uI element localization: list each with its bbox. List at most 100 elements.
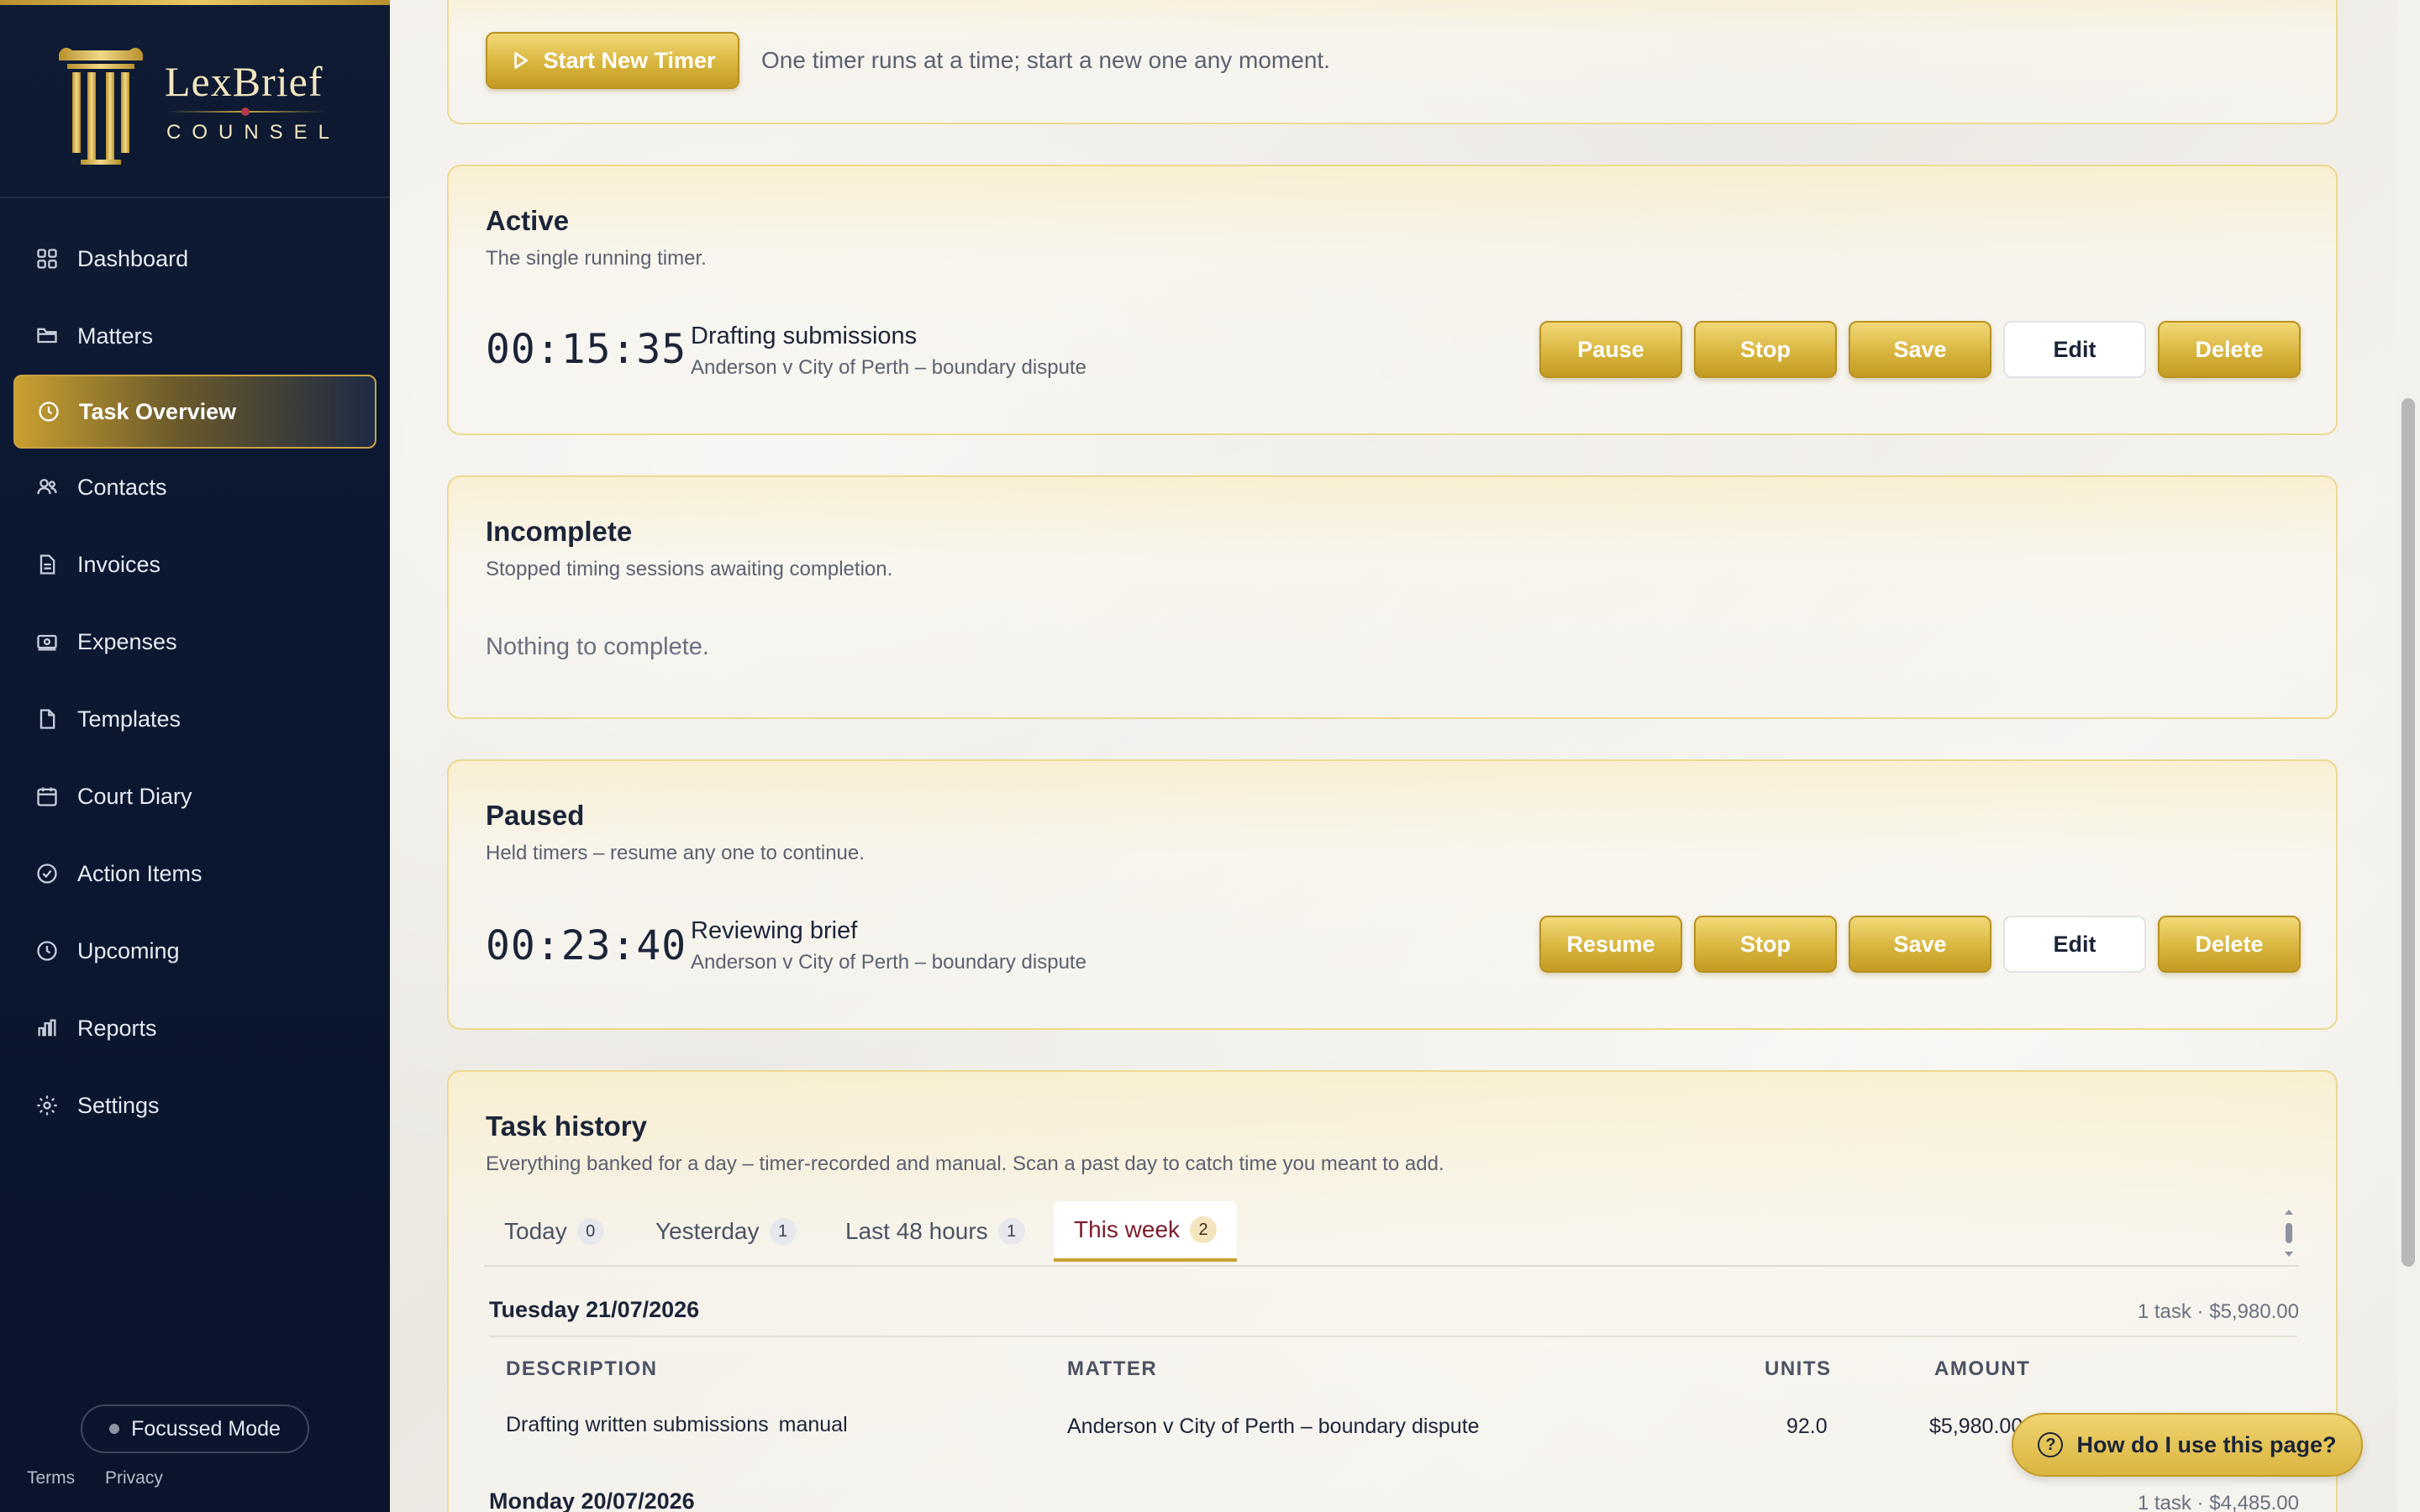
grid-icon	[34, 245, 60, 272]
tab-yesterday[interactable]: Yesterday 1	[655, 1201, 797, 1262]
page-scrollbar[interactable]	[2396, 0, 2420, 1512]
sidebar-item-label: Matters	[77, 323, 154, 349]
sidebar-item-contacts[interactable]: Contacts	[0, 449, 390, 526]
tab-scroll-icon[interactable]	[2282, 1206, 2296, 1260]
sidebar-item-task-overview[interactable]: Task Overview	[13, 375, 376, 449]
tab-count-badge: 2	[1190, 1216, 1218, 1243]
file-icon	[34, 706, 60, 732]
day-date: Tuesday 21/07/2026	[489, 1297, 700, 1322]
brand-sub: COUNSEL	[166, 121, 341, 144]
row-units: 92.0	[1786, 1415, 1828, 1438]
resume-button[interactable]: Resume	[1539, 916, 1682, 973]
start-new-timer-label: Start New Timer	[543, 47, 716, 73]
check-circle-icon	[34, 860, 60, 887]
row-description: Drafting written submissions manual	[506, 1413, 848, 1437]
help-icon: ?	[2038, 1432, 2064, 1457]
sidebar-item-matters[interactable]: Matters	[0, 297, 390, 375]
row-matter: Anderson v City of Perth – boundary disp…	[1067, 1415, 1480, 1438]
sidebar-item-expenses[interactable]: Expenses	[0, 603, 390, 680]
save-button[interactable]: Save	[1849, 321, 1991, 378]
start-hint: One timer runs at a time; start a new on…	[761, 47, 1330, 73]
column-header-units: UNITS	[1765, 1357, 1832, 1380]
sidebar-item-label: Settings	[77, 1092, 160, 1118]
sidebar-item-label: Action Items	[77, 860, 203, 886]
paused-card: Paused Held timers – resume any one to c…	[447, 759, 2338, 1030]
day-group: Monday 20/07/2026 1 task · $4,485.00	[489, 1488, 2301, 1512]
gear-icon	[34, 1092, 60, 1119]
sidebar-item-label: Upcoming	[77, 937, 180, 963]
sidebar-nav: Dashboard Matters Task Overview Contacts…	[0, 220, 390, 1144]
sidebar-item-action-items[interactable]: Action Items	[0, 835, 390, 912]
active-desc: The single running timer.	[486, 247, 707, 270]
incomplete-card: Incomplete Stopped timing sessions await…	[447, 475, 2338, 719]
row-amount: $5,980.00	[1929, 1415, 2023, 1438]
clock-icon	[34, 937, 60, 964]
tab-count-badge: 1	[769, 1218, 797, 1245]
active-task-matter: Anderson v City of Perth – boundary disp…	[691, 356, 1086, 379]
incomplete-title: Incomplete	[486, 516, 633, 547]
privacy-link[interactable]: Privacy	[105, 1468, 163, 1488]
divider	[489, 1336, 2297, 1337]
stop-button[interactable]: Stop	[1694, 916, 1837, 973]
day-summary: 1 task · $4,485.00	[2137, 1492, 2299, 1512]
pause-button[interactable]: Pause	[1539, 321, 1682, 378]
paused-title: Paused	[486, 800, 585, 831]
sidebar-item-label: Court Diary	[77, 783, 192, 809]
invoice-icon	[34, 551, 60, 578]
paused-task-matter: Anderson v City of Perth – boundary disp…	[691, 951, 1086, 974]
sidebar-item-templates[interactable]: Templates	[0, 680, 390, 758]
paused-task-title: Reviewing brief	[691, 917, 858, 944]
active-card: Active The single running timer. 00:15:3…	[447, 165, 2338, 435]
scrollbar-thumb[interactable]	[2402, 398, 2415, 1267]
help-button[interactable]: ? How do I use this page?	[2012, 1413, 2363, 1477]
active-task-title: Drafting submissions	[691, 323, 918, 349]
focus-mode-button[interactable]: Focussed Mode	[81, 1404, 309, 1453]
column-header-amount: AMOUNT	[1934, 1357, 2031, 1380]
sidebar-item-dashboard[interactable]: Dashboard	[0, 220, 390, 297]
tab-label: This week	[1074, 1216, 1181, 1242]
tab-today[interactable]: Today 0	[504, 1201, 604, 1262]
tab-count-badge: 0	[576, 1218, 604, 1245]
history-title: Task history	[486, 1110, 647, 1142]
focus-mode-label: Focussed Mode	[131, 1416, 281, 1441]
day-date: Monday 20/07/2026	[489, 1488, 695, 1512]
brand-dot	[241, 108, 250, 116]
sidebar-item-reports[interactable]: Reports	[0, 990, 390, 1067]
pillar-logo-icon	[59, 47, 143, 165]
sidebar-item-court-diary[interactable]: Court Diary	[0, 758, 390, 835]
stop-button[interactable]: Stop	[1694, 321, 1837, 378]
delete-button[interactable]: Delete	[2158, 321, 2301, 378]
brand[interactable]: LexBrief COUNSEL	[0, 5, 390, 198]
delete-button[interactable]: Delete	[2158, 916, 2301, 973]
help-label: How do I use this page?	[2076, 1431, 2337, 1457]
terms-link[interactable]: Terms	[27, 1468, 75, 1488]
sidebar-item-invoices[interactable]: Invoices	[0, 526, 390, 603]
status-dot-icon	[109, 1424, 120, 1434]
save-button[interactable]: Save	[1849, 916, 1991, 973]
sidebar: LexBrief COUNSEL Dashboard Matters Task …	[0, 0, 390, 1512]
tab-label: Last 48 hours	[845, 1218, 988, 1244]
paused-desc: Held timers – resume any one to continue…	[486, 842, 865, 864]
day-group: Tuesday 21/07/2026 1 task · $5,980.00	[489, 1297, 2301, 1323]
sidebar-item-label: Task Overview	[79, 398, 237, 424]
start-timer-card: Start New Timer One timer runs at a time…	[447, 0, 2338, 124]
bar-chart-icon	[34, 1015, 60, 1042]
history-desc: Everything banked for a day – timer-reco…	[486, 1152, 1444, 1175]
tab-last-48-hours[interactable]: Last 48 hours 1	[845, 1201, 1025, 1262]
sidebar-item-label: Expenses	[77, 628, 177, 654]
incomplete-empty: Nothing to complete.	[486, 633, 709, 660]
sidebar-item-settings[interactable]: Settings	[0, 1067, 390, 1144]
active-timer: 00:15:35	[486, 326, 687, 373]
sidebar-item-label: Reports	[77, 1015, 157, 1041]
money-icon	[34, 628, 60, 655]
history-tabs: Today 0 Yesterday 1 Last 48 hours 1 This…	[484, 1201, 2299, 1267]
start-new-timer-button[interactable]: Start New Timer	[486, 32, 739, 89]
calendar-icon	[34, 783, 60, 810]
clock-icon	[35, 398, 62, 425]
sidebar-item-upcoming[interactable]: Upcoming	[0, 912, 390, 990]
tab-this-week[interactable]: This week 2	[1054, 1201, 1238, 1262]
edit-button[interactable]: Edit	[2003, 321, 2146, 378]
edit-button[interactable]: Edit	[2003, 916, 2146, 973]
paused-timer: 00:23:40	[486, 922, 687, 969]
column-header-description: DESCRIPTION	[506, 1357, 658, 1380]
